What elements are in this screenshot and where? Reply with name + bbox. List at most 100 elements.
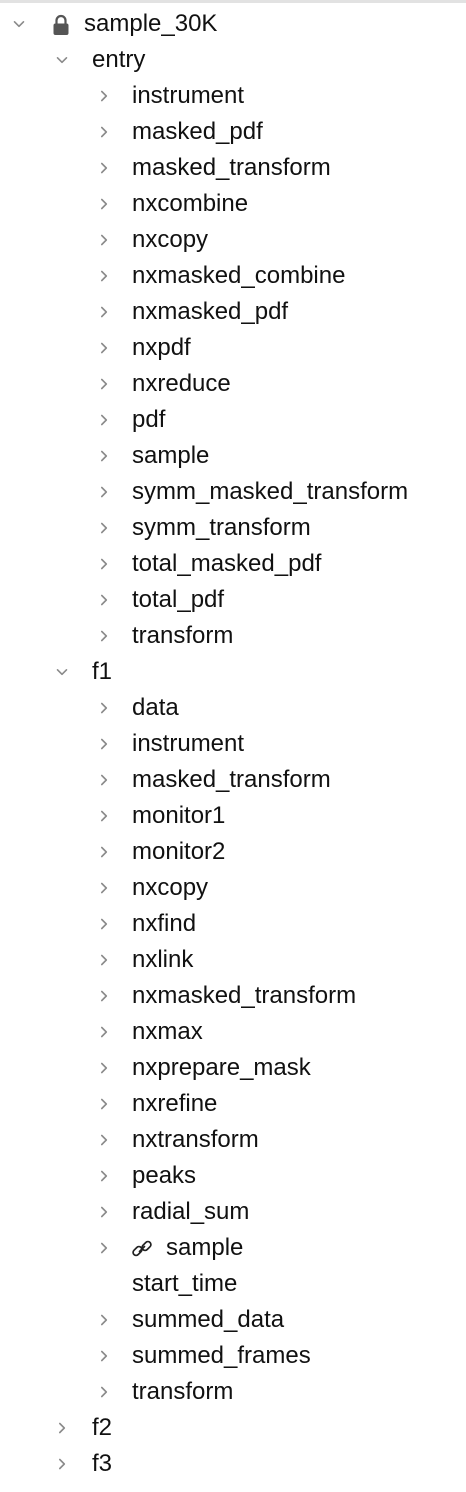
tree-child-item[interactable]: masked_transform: [0, 150, 466, 186]
chevron-right-icon[interactable]: [98, 1386, 110, 1398]
tree-child-item[interactable]: masked_pdf: [0, 114, 466, 150]
tree-child-item[interactable]: monitor2: [0, 834, 466, 870]
chevron-right-icon[interactable]: [98, 414, 110, 426]
chevron-right-icon[interactable]: [98, 1134, 110, 1146]
tree-group-item[interactable]: f1: [0, 654, 466, 690]
chevron-down-icon[interactable]: [56, 666, 68, 678]
tree-child-item[interactable]: nxcopy: [0, 222, 466, 258]
chevron-right-icon[interactable]: [98, 954, 110, 966]
tree-child-item[interactable]: data: [0, 690, 466, 726]
tree-child-item[interactable]: nxfind: [0, 906, 466, 942]
chevron-right-icon[interactable]: [98, 342, 110, 354]
tree-child-item[interactable]: radial_sum: [0, 1194, 466, 1230]
tree-child-item[interactable]: nxmasked_transform: [0, 978, 466, 1014]
tree-child-item[interactable]: nxprepare_mask: [0, 1050, 466, 1086]
chevron-right-icon[interactable]: [98, 702, 110, 714]
chevron-right-icon[interactable]: [98, 522, 110, 534]
tree-child-item[interactable]: start_time: [0, 1266, 466, 1302]
tree-root-item[interactable]: sample_30K: [0, 6, 466, 42]
tree-child-item[interactable]: nxrefine: [0, 1086, 466, 1122]
tree-group-item[interactable]: f3: [0, 1446, 466, 1482]
chevron-right-icon[interactable]: [98, 1026, 110, 1038]
tree-group-item[interactable]: entry: [0, 42, 466, 78]
tree-child-label: transform: [132, 1378, 234, 1405]
chevron-right-icon[interactable]: [98, 846, 110, 858]
tree-child-item[interactable]: instrument: [0, 726, 466, 762]
tree-child-item[interactable]: transform: [0, 1374, 466, 1410]
tree-root-label: sample_30K: [84, 10, 218, 37]
chevron-right-icon[interactable]: [98, 594, 110, 606]
tree-child-item[interactable]: summed_data: [0, 1302, 466, 1338]
tree-child-label: masked_pdf: [132, 118, 263, 145]
chevron-right-icon[interactable]: [98, 1314, 110, 1326]
tree-child-label: nxmasked_pdf: [132, 298, 289, 325]
tree-child-item[interactable]: instrument: [0, 78, 466, 114]
chevron-right-icon[interactable]: [98, 198, 110, 210]
chevron-right-icon[interactable]: [98, 486, 110, 498]
tree-child-item[interactable]: peaks: [0, 1158, 466, 1194]
tree-child-item[interactable]: nxreduce: [0, 366, 466, 402]
tree-child-label: nxmasked_combine: [132, 262, 346, 289]
chevron-right-icon[interactable]: [98, 1350, 110, 1362]
tree-child-label: symm_masked_transform: [132, 478, 409, 505]
chevron-right-icon[interactable]: [98, 450, 110, 462]
chevron-right-icon[interactable]: [98, 630, 110, 642]
tree-child-item[interactable]: nxpdf: [0, 330, 466, 366]
tree-child-label: masked_transform: [132, 154, 331, 181]
tree-child-item[interactable]: nxtransform: [0, 1122, 466, 1158]
tree-child-label: nxmax: [132, 1018, 203, 1045]
tree-child-item[interactable]: total_pdf: [0, 582, 466, 618]
chevron-right-icon[interactable]: [98, 558, 110, 570]
tree-group-label: f2: [92, 1414, 113, 1441]
chevron-right-icon[interactable]: [98, 162, 110, 174]
chevron-right-icon[interactable]: [98, 1206, 110, 1218]
chevron-right-icon[interactable]: [98, 306, 110, 318]
chevron-right-icon[interactable]: [98, 918, 110, 930]
tree-child-label: peaks: [132, 1162, 197, 1189]
tree-child-item[interactable]: symm_transform: [0, 510, 466, 546]
tree-child-item[interactable]: transform: [0, 618, 466, 654]
tree-child-label: total_pdf: [132, 586, 225, 613]
tree-child-label: sample: [132, 442, 210, 469]
tree-child-item[interactable]: masked_transform: [0, 762, 466, 798]
chevron-down-icon[interactable]: [56, 54, 68, 66]
chevron-right-icon[interactable]: [98, 1242, 110, 1254]
chevron-right-icon[interactable]: [98, 1170, 110, 1182]
tree-child-label: nxcopy: [132, 874, 209, 901]
tree-child-item[interactable]: symm_masked_transform: [0, 474, 466, 510]
tree-child-item[interactable]: sample: [0, 438, 466, 474]
chevron-right-icon[interactable]: [98, 378, 110, 390]
chevron-right-icon[interactable]: [98, 882, 110, 894]
tree-child-label: nxcombine: [132, 190, 249, 217]
tree-child-item[interactable]: sample: [0, 1230, 466, 1266]
tree-child-item[interactable]: total_masked_pdf: [0, 546, 466, 582]
chevron-right-icon[interactable]: [98, 234, 110, 246]
chevron-right-icon[interactable]: [98, 270, 110, 282]
tree-group-item[interactable]: f2: [0, 1410, 466, 1446]
chevron-right-icon[interactable]: [56, 1458, 68, 1470]
chevron-right-icon[interactable]: [98, 810, 110, 822]
chevron-right-icon[interactable]: [98, 126, 110, 138]
tree-child-item[interactable]: nxmasked_combine: [0, 258, 466, 294]
chevron-right-icon[interactable]: [98, 1098, 110, 1110]
tree-child-item[interactable]: summed_frames: [0, 1338, 466, 1374]
tree-child-label: monitor1: [132, 802, 226, 829]
chevron-right-icon[interactable]: [56, 1422, 68, 1434]
tree-group-label: entry: [92, 46, 146, 73]
chevron-right-icon[interactable]: [98, 1062, 110, 1074]
chevron-right-icon[interactable]: [98, 774, 110, 786]
tree-child-label: nxpdf: [132, 334, 191, 361]
tree-child-label: instrument: [132, 82, 245, 109]
tree-child-item[interactable]: nxmax: [0, 1014, 466, 1050]
chevron-down-icon[interactable]: [13, 18, 25, 30]
chevron-right-icon[interactable]: [98, 90, 110, 102]
tree-child-item[interactable]: pdf: [0, 402, 466, 438]
tree-child-item[interactable]: monitor1: [0, 798, 466, 834]
tree-child-label: sample: [166, 1234, 244, 1261]
tree-child-item[interactable]: nxlink: [0, 942, 466, 978]
tree-child-item[interactable]: nxmasked_pdf: [0, 294, 466, 330]
tree-child-item[interactable]: nxcopy: [0, 870, 466, 906]
tree-child-item[interactable]: nxcombine: [0, 186, 466, 222]
chevron-right-icon[interactable]: [98, 738, 110, 750]
chevron-right-icon[interactable]: [98, 990, 110, 1002]
